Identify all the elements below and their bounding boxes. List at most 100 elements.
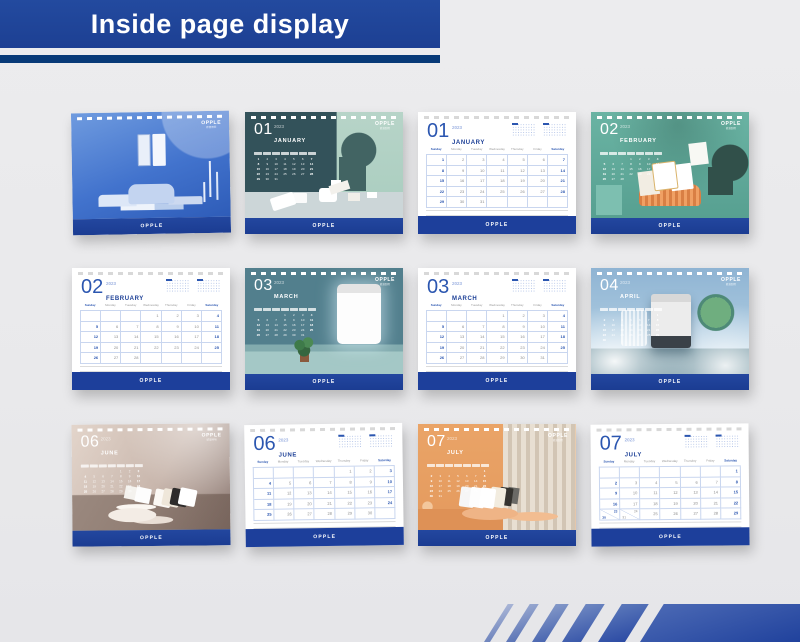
binding-holes — [597, 272, 743, 275]
mini-date: 28 — [108, 489, 117, 494]
month-name: MARCH — [452, 296, 477, 302]
calendar-title: 042023APRIL — [600, 278, 641, 300]
weekday-label: Wednesday — [487, 303, 507, 307]
corner-stripes — [480, 604, 800, 642]
mini-date: 27 — [609, 177, 618, 182]
date-grid: 1234567891011121314151617181920212223242… — [253, 465, 396, 520]
date-cell: 25 — [640, 509, 660, 520]
mini-date-grid: 1234567891011121314151617181920212223242… — [254, 313, 316, 338]
date-cell: 20 — [681, 498, 701, 509]
calendar-page-february-photo[interactable]: 022023FEBRUARYOPPLE欧普照明12345678910111213… — [591, 112, 749, 234]
note-line — [426, 210, 568, 211]
date-cell: 18 — [202, 332, 222, 343]
date-cell: 2 — [447, 155, 467, 166]
date-cell: 8 — [721, 477, 741, 488]
footer-brand-label: OPPLE — [486, 535, 509, 541]
date-cell: 1 — [721, 466, 741, 477]
date-cell: 9 — [447, 166, 467, 177]
mini-date: 29 — [116, 489, 125, 494]
note-line — [80, 371, 222, 372]
date-cell: 2 — [354, 466, 374, 477]
mini-date — [471, 494, 480, 499]
weekday-pill — [290, 152, 298, 155]
date-cell: 26 — [427, 353, 447, 364]
date-cell: 15 — [427, 176, 447, 187]
weekday-pill — [627, 152, 635, 155]
date-cell — [548, 353, 568, 364]
weekday-label: Sunday — [426, 303, 446, 307]
calendar-footer: OPPLE — [245, 374, 403, 390]
month-number: 01 — [427, 120, 449, 142]
date-cell: 21 — [701, 498, 721, 509]
year-label: 2023 — [620, 125, 657, 130]
date-cell: 18 — [487, 176, 507, 187]
calendar-footer: OPPLE — [72, 372, 230, 390]
mini-date — [627, 338, 636, 343]
calendar-title: 012023JANUARY — [427, 121, 485, 146]
month-name: JULY — [447, 451, 464, 457]
date-cell: 22 — [141, 343, 161, 354]
calendar-title: 012023JANUARY — [254, 122, 306, 144]
mini-date — [635, 177, 644, 182]
calendar-page-march-grid[interactable]: 032023MARCHSundayMondayTuesdayWednesdayT… — [418, 268, 576, 390]
date-cell: 10 — [528, 322, 548, 333]
calendar-page-june-grid[interactable]: 062023JUNESundayMondayTuesdayWednesdayTh… — [244, 423, 404, 547]
mini-calendar: 1234567891011121314151617181920212223242… — [600, 152, 662, 182]
mini-month-prev — [166, 279, 190, 292]
date-cell: 12 — [81, 332, 101, 343]
date-cell — [141, 353, 161, 364]
date-cell: 26 — [661, 509, 681, 520]
weekday-pill — [445, 464, 453, 467]
mini-date: 26 — [90, 489, 99, 494]
date-cell: 6 — [680, 477, 700, 488]
weekday-label: Monday — [273, 459, 293, 463]
date-cell: 8 — [487, 322, 507, 333]
weekday-label: Friday — [181, 303, 201, 307]
date-cell: 4 — [202, 311, 222, 322]
binding-holes — [251, 272, 397, 275]
mini-date — [289, 177, 298, 182]
calendar-page-july-photo[interactable]: 072023JULYOPPLE欧普照明123456789101112131415… — [418, 424, 576, 546]
weekday-header: SundayMondayTuesdayWednesdayThursdayFrid… — [599, 458, 741, 463]
year-label: 2023 — [452, 126, 485, 131]
calendar-page-april-photo[interactable]: 042023APRILOPPLE欧普照明12345678910111213141… — [591, 268, 749, 390]
date-grid: 1234567891011121314151617181920212223242… — [426, 154, 568, 208]
date-cell: 19 — [81, 343, 101, 354]
weekday-pill — [600, 152, 608, 155]
weekday-pill — [126, 464, 134, 467]
month-number: 01 — [254, 121, 273, 138]
weekday-pill — [454, 464, 462, 467]
date-cell: 10 — [182, 322, 202, 333]
mini-date — [644, 177, 653, 182]
mini-date — [653, 338, 662, 343]
date-cell: 25 — [202, 343, 222, 354]
stripe — [598, 604, 649, 642]
mini-month-blocks — [512, 123, 567, 136]
weekday-label: Saturday — [548, 147, 568, 151]
date-cell: 19 — [661, 498, 681, 509]
calendar-page-cover-photo[interactable]: OPPLE欧普照明OPPLE — [71, 111, 231, 236]
calendar-page-january-grid[interactable]: 012023JANUARYSundayMondayTuesdayWednesda… — [418, 112, 576, 234]
date-cell: 2 — [600, 478, 620, 489]
date-cell: 27 — [295, 509, 315, 520]
calendar-page-february-grid[interactable]: 022023FEBRUARYSundayMondayTuesdayWednesd… — [72, 268, 230, 390]
month-name: FEBRUARY — [106, 296, 144, 302]
date-cell: 14 — [701, 488, 721, 499]
year-label: 2023 — [274, 281, 298, 286]
calendar-page-march-photo[interactable]: 032023MARCHOPPLE欧普照明12345678910111213141… — [245, 268, 403, 390]
binding-holes — [424, 116, 570, 119]
calendar-page-january-photo[interactable]: 012023JANUARYOPPLE欧普照明123456789101112131… — [245, 112, 403, 234]
date-cell: 9 — [162, 322, 182, 333]
weekday-label: Friday — [354, 458, 374, 462]
date-cell — [427, 311, 447, 322]
date-cell — [121, 311, 141, 322]
mini-month-next — [543, 279, 567, 292]
footer-brand-label: OPPLE — [140, 378, 163, 384]
year-label: 2023 — [625, 438, 642, 443]
mini-weekday-row — [600, 308, 662, 311]
calendar-page-june-photo[interactable]: 062023JUNEOPPLE欧普照明123456789101112131415… — [71, 423, 230, 546]
footer-brand-label: OPPLE — [140, 535, 163, 541]
month-number: 07 — [600, 432, 622, 454]
calendar-page-july-grid[interactable]: 072023JULYSundayMondayTuesdayWednesdayTh… — [590, 423, 749, 546]
weekday-label: Thursday — [161, 303, 181, 307]
